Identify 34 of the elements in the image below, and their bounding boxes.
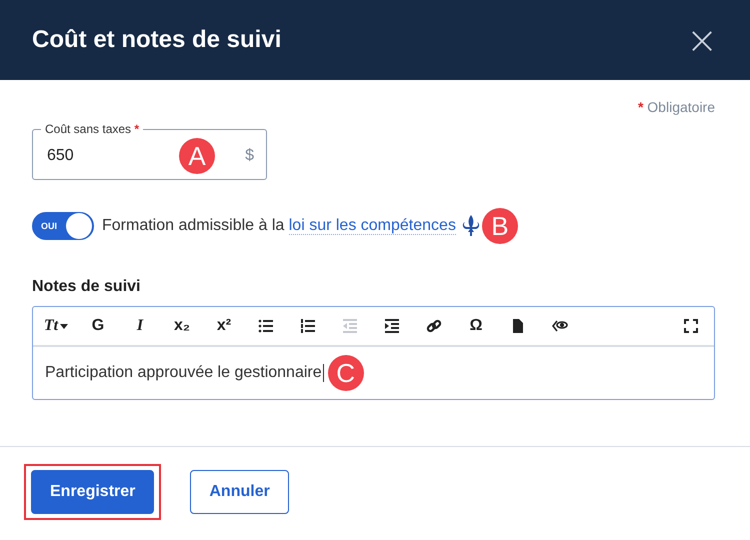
link-icon — [426, 318, 442, 334]
close-button[interactable]: × — [686, 21, 718, 59]
text-tool-button[interactable]: x₂ — [163, 311, 201, 341]
eye-tag-icon — [552, 318, 568, 334]
bulleted-list-icon — [258, 318, 274, 334]
required-note: * Obligatoire — [638, 99, 715, 115]
callout-marker: C — [328, 355, 364, 391]
notes-editor[interactable]: Tt G I x₂ x² Ω Participation approuvée le gestionnaire C — [32, 306, 715, 400]
eligibility-text: Formation admissible à la loi sur les compétences — [102, 217, 456, 235]
cost-field[interactable]: Coût sans taxes * 650 A $ — [32, 121, 267, 180]
outdent-icon — [342, 318, 358, 334]
indent-icon — [384, 318, 400, 334]
dialog-title: Coût et notes de suivi — [32, 26, 282, 54]
text-size-tool-button[interactable]: Tt — [37, 311, 75, 341]
callout-marker: B — [482, 208, 518, 244]
fullscreen-icon — [683, 318, 699, 334]
file-icon — [510, 318, 526, 334]
field-label: Coût sans taxes * — [44, 121, 140, 137]
text-tool-button[interactable]: Ω — [457, 311, 495, 341]
caret-icon — [60, 324, 68, 328]
law-link[interactable]: loi sur les compétences — [288, 217, 456, 235]
notes-text: Participation approuvée le gestionnaire — [45, 364, 324, 382]
italic-tool-button[interactable]: I — [121, 311, 159, 341]
callout-marker: A — [179, 138, 216, 174]
fleur-de-lis-icon — [462, 215, 480, 237]
currency-suffix: $ — [245, 147, 254, 165]
text-tool-button[interactable]: x² — [205, 311, 243, 341]
numbered-list-icon — [300, 318, 316, 334]
notes-label: Notes de suivi — [32, 278, 142, 296]
cancel-button[interactable]: Annuler — [190, 470, 289, 514]
save-button[interactable]: Enregistrer — [31, 470, 154, 514]
cost-input[interactable]: 650 — [45, 146, 180, 166]
text-tool-button[interactable]: G — [79, 311, 117, 341]
toggle-switch[interactable]: OUI — [32, 212, 94, 240]
